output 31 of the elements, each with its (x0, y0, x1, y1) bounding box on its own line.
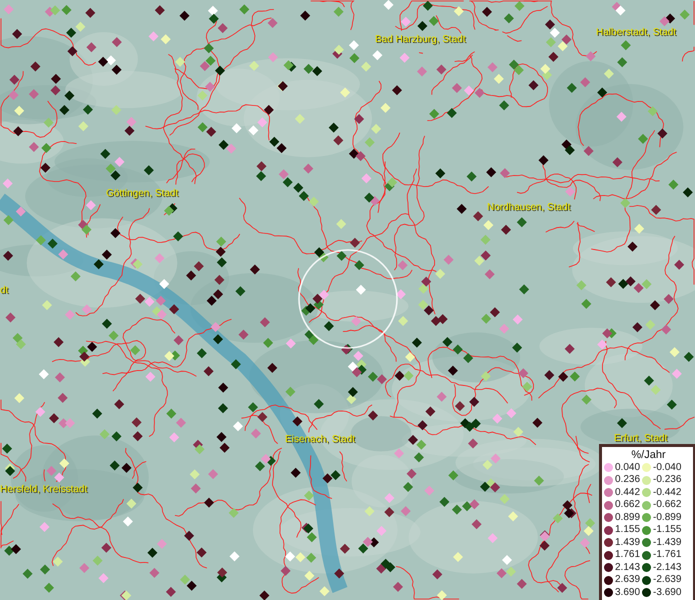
legend-value: -0.236 (653, 474, 682, 486)
place-label: Bad Harzburg, Stadt (375, 34, 466, 46)
legend-value: -0.442 (653, 486, 682, 499)
legend-value: -1.761 (653, 549, 682, 562)
place-label: Erfurt, Stadt (614, 433, 668, 445)
legend-value: 2.143 (615, 562, 640, 574)
legend-title: %/Jahr (630, 448, 667, 462)
legend-value: -0.899 (653, 512, 682, 524)
legend-value: -2.143 (653, 562, 682, 574)
legend-value: 2.639 (615, 574, 640, 586)
place-label: Göttingen, Stadt (106, 188, 178, 200)
legend-value: -1.155 (653, 524, 682, 536)
place-label: Eisenach, Stadt (285, 434, 356, 446)
legend-value: 0.899 (615, 512, 640, 524)
legend-value: -3.690 (653, 586, 682, 599)
legend-value: 1.761 (615, 549, 640, 562)
legend-value: -0.662 (653, 499, 682, 512)
legend-value: 0.662 (615, 499, 640, 512)
legend-value: -0.040 (653, 462, 682, 474)
legend-value: 0.040 (615, 462, 640, 474)
legend-value: 0.236 (615, 474, 640, 486)
legend-value: 1.439 (615, 536, 640, 549)
place-label: dt (0, 285, 8, 297)
legend-value: -2.639 (653, 574, 682, 586)
legend-value: 3.690 (615, 586, 640, 599)
place-label: Halberstadt, Stadt (596, 27, 676, 39)
place-label: Hersfeld, Kreisstadt (0, 484, 88, 496)
place-label: Nordhausen, Stadt (487, 202, 570, 214)
legend-value: 1.155 (615, 524, 640, 536)
legend-value: 0.442 (615, 486, 640, 499)
legend-value: -1.439 (653, 536, 682, 549)
